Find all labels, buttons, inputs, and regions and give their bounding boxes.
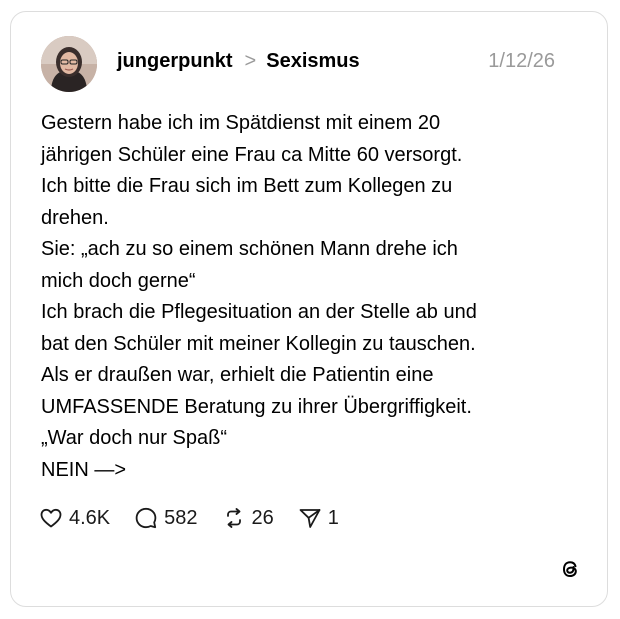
avatar[interactable] [41, 36, 97, 92]
post-text: Gestern habe ich im Spätdienst mit einem… [41, 108, 581, 486]
post-text-line: NEIN —> [41, 458, 127, 481]
post-text-line: bat den Schüler mit meiner Kollegin zu t… [41, 332, 476, 355]
post-text-line: UMFASSENDE Beratung zu ihrer Übergriffig… [41, 395, 472, 418]
share-count: 1 [327, 506, 339, 529]
share-button[interactable]: 1 [298, 506, 339, 530]
post-text-line: Ich bitte die Frau sich im Bett zum Koll… [41, 175, 453, 197]
post-text-line: mich doch gerne“ [41, 269, 196, 292]
post-text-line: drehen. [41, 206, 109, 229]
like-count: 4.6K [69, 506, 111, 529]
post-text-line: „War doch nur Spaß“ [41, 427, 227, 449]
heart-icon [40, 508, 62, 528]
reply-count: 582 [164, 506, 198, 529]
repost-count: 26 [251, 506, 274, 529]
threads-logo-icon [562, 561, 577, 578]
post-card: jungerpunkt > Sexismus 1/12/26 Gestern h… [10, 11, 608, 607]
chevron-right-icon: > [244, 50, 257, 72]
post-text-line: Sie: „ach zu so einem schönen Mann drehe… [41, 238, 458, 260]
like-button[interactable]: 4.6K [39, 506, 110, 530]
reply-button[interactable]: 582 [134, 506, 198, 530]
repost-icon [226, 508, 241, 528]
comment-icon [135, 507, 157, 529]
post-text-line: Gestern habe ich im Spätdienst mit einem… [41, 112, 441, 134]
post-date: 1/12/26 [488, 50, 555, 72]
send-icon [299, 509, 321, 528]
post-text-line: Als er draußen war, erhielt die Patienti… [41, 364, 434, 386]
post-header: jungerpunkt > Sexismus [117, 50, 360, 73]
post-text-line: jährigen Schüler eine Frau ca Mitte 60 v… [41, 143, 463, 166]
topic-tag[interactable]: Sexismus [266, 50, 359, 73]
username[interactable]: jungerpunkt [117, 50, 233, 73]
post-text-line: Ich brach die Pflegesituation an der Ste… [41, 301, 477, 323]
repost-button[interactable]: 26 [222, 506, 274, 530]
action-bar: 4.6K 582 26 1 [39, 506, 363, 530]
